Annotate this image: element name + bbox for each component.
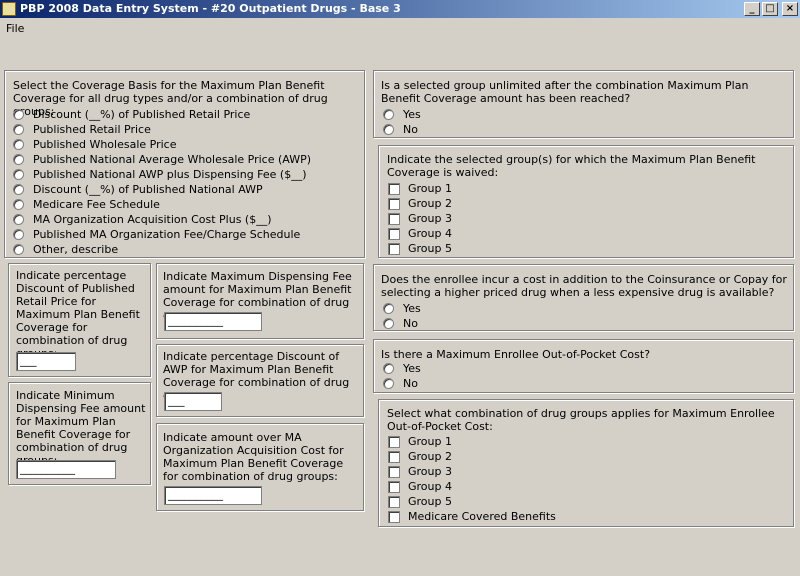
option-label: No (403, 123, 418, 136)
checkbox[interactable] (388, 511, 400, 523)
additional-cost-group: Does the enrollee incur a cost in additi… (373, 264, 794, 331)
additional-cost-question: Does the enrollee incur a cost in additi… (381, 273, 787, 299)
oop-groups-question: Select what combination of drug groups a… (387, 407, 775, 433)
maximize-button[interactable]: □ (762, 2, 778, 16)
window-title: PBP 2008 Data Entry System - #20 Outpati… (20, 2, 401, 15)
min-dispensing-input[interactable]: __________ (16, 460, 116, 479)
amount-ma-group: Indicate amount over MA Organization Acq… (156, 423, 364, 511)
radio-button[interactable] (383, 303, 394, 314)
option-label: Yes (403, 362, 421, 375)
option-label: Published Wholesale Price (33, 138, 177, 151)
option-label: Group 2 (408, 197, 452, 210)
pct-awp-group: Indicate percentage Discount of AWP for … (156, 344, 364, 417)
option-label: Medicare Fee Schedule (33, 198, 160, 211)
radio-button[interactable] (13, 154, 24, 165)
option-label: Published National AWP plus Dispensing F… (33, 168, 307, 181)
coverage-basis-group: Select the Coverage Basis for the Maximu… (4, 70, 365, 258)
menu-bar: File (0, 19, 800, 37)
checkbox[interactable] (388, 496, 400, 508)
option-label: Published MA Organization Fee/Charge Sch… (33, 228, 301, 241)
menu-file[interactable]: File (6, 22, 24, 35)
minimize-button[interactable]: _ (744, 2, 760, 16)
max-oop-question: Is there a Maximum Enrollee Out-of-Pocke… (381, 348, 651, 361)
option-label: No (403, 317, 418, 330)
radio-button[interactable] (383, 109, 394, 120)
checkbox[interactable] (388, 228, 400, 240)
option-label: MA Organization Acquisition Cost Plus ($… (33, 213, 272, 226)
option-label: Yes (403, 302, 421, 315)
option-label: Medicare Covered Benefits (408, 510, 556, 523)
unlimited-group: Is a selected group unlimited after the … (373, 70, 794, 138)
title-bar: PBP 2008 Data Entry System - #20 Outpati… (0, 0, 800, 18)
pct-retail-label: Indicate percentage Discount of Publishe… (16, 269, 140, 360)
radio-button[interactable] (383, 318, 394, 329)
checkbox[interactable] (388, 213, 400, 225)
max-dispensing-group: Indicate Maximum Dispensing Fee amount f… (156, 263, 364, 339)
option-label: Group 5 (408, 495, 452, 508)
option-label: Group 3 (408, 465, 452, 478)
oop-groups-group: Select what combination of drug groups a… (378, 399, 794, 527)
min-dispensing-group: Indicate Minimum Dispensing Fee amount f… (8, 382, 151, 485)
checkbox[interactable] (388, 436, 400, 448)
checkbox[interactable] (388, 451, 400, 463)
checkbox[interactable] (388, 243, 400, 255)
option-label: Group 4 (408, 227, 452, 240)
amount-ma-input[interactable]: __________ (164, 486, 262, 505)
close-button[interactable]: × (782, 2, 798, 16)
option-label: Group 5 (408, 242, 452, 255)
option-label: Group 1 (408, 182, 452, 195)
pct-retail-group: Indicate percentage Discount of Publishe… (8, 263, 151, 377)
option-label: Group 3 (408, 212, 452, 225)
amount-ma-label: Indicate amount over MA Organization Acq… (163, 431, 344, 483)
min-dispensing-label: Indicate Minimum Dispensing Fee amount f… (16, 389, 146, 467)
radio-button[interactable] (13, 244, 24, 255)
option-label: Discount (__%) of Published Retail Price (33, 108, 251, 121)
option-label: Published National Average Wholesale Pri… (33, 153, 311, 166)
radio-button[interactable] (13, 184, 24, 195)
option-label: Yes (403, 108, 421, 121)
radio-button[interactable] (13, 139, 24, 150)
option-label: Group 4 (408, 480, 452, 493)
option-label: No (403, 377, 418, 390)
waived-question: Indicate the selected group(s) for which… (387, 153, 756, 179)
radio-button[interactable] (13, 169, 24, 180)
pct-awp-input[interactable]: ___ (164, 392, 222, 411)
radio-button[interactable] (13, 214, 24, 225)
radio-button[interactable] (13, 229, 24, 240)
radio-button[interactable] (13, 199, 24, 210)
pct-retail-input[interactable]: ___ (16, 352, 76, 371)
checkbox[interactable] (388, 466, 400, 478)
max-dispensing-input[interactable]: __________ (164, 312, 262, 331)
app-icon (2, 2, 16, 16)
unlimited-question: Is a selected group unlimited after the … (381, 79, 749, 105)
option-label: Other, describe (33, 243, 119, 256)
option-label: Group 2 (408, 450, 452, 463)
radio-button[interactable] (383, 378, 394, 389)
option-label: Discount (__%) of Published National AWP (33, 183, 263, 196)
waived-group: Indicate the selected group(s) for which… (378, 145, 794, 258)
checkbox[interactable] (388, 481, 400, 493)
radio-button[interactable] (13, 109, 24, 120)
radio-button[interactable] (13, 124, 24, 135)
option-label: Published Retail Price (33, 123, 151, 136)
checkbox[interactable] (388, 198, 400, 210)
checkbox[interactable] (388, 183, 400, 195)
option-label: Group 1 (408, 435, 452, 448)
max-oop-group: Is there a Maximum Enrollee Out-of-Pocke… (373, 339, 794, 393)
radio-button[interactable] (383, 363, 394, 374)
radio-button[interactable] (383, 124, 394, 135)
